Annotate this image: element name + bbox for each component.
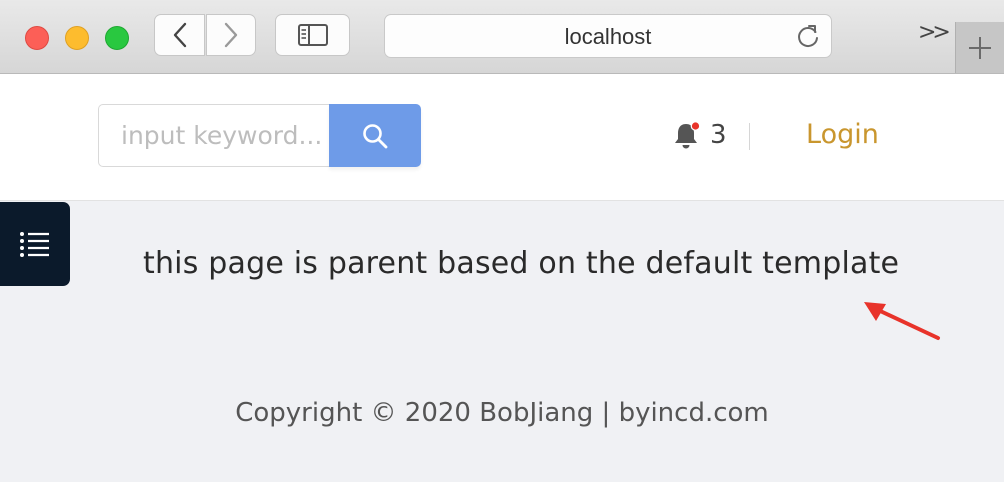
site-header: 3 Login — [0, 74, 1004, 201]
search-button[interactable] — [329, 104, 421, 167]
search-input[interactable] — [98, 104, 329, 167]
url-text: localhost — [564, 24, 652, 49]
annotation-arrow-icon — [864, 302, 940, 340]
close-window-button[interactable] — [25, 26, 49, 50]
browser-toolbar: localhost >> — [0, 0, 1004, 74]
address-bar[interactable]: localhost — [384, 14, 832, 58]
zoom-window-button[interactable] — [105, 26, 129, 50]
header-divider — [749, 123, 750, 150]
chevron-left-icon — [173, 22, 186, 48]
menu-toggle-button[interactable] — [0, 202, 70, 286]
footer-copyright: Copyright © 2020 BobJiang | byincd.com — [235, 398, 769, 428]
more-toolbar-items-button[interactable]: >> — [918, 20, 951, 45]
login-link[interactable]: Login — [806, 119, 879, 150]
notification-count: 3 — [710, 120, 727, 150]
bell-icon[interactable] — [673, 121, 701, 151]
search-icon — [363, 123, 388, 148]
chevron-right-icon — [224, 22, 238, 48]
minimize-window-button[interactable] — [65, 26, 89, 50]
back-button[interactable] — [154, 14, 205, 56]
page-message: this page is parent based on the default… — [143, 246, 900, 281]
sidebar-icon — [297, 24, 328, 46]
list-icon — [20, 232, 49, 257]
reload-icon[interactable] — [795, 23, 821, 49]
notification-dot — [690, 121, 701, 131]
sidebar-toggle-button[interactable] — [275, 14, 350, 56]
forward-button[interactable] — [206, 14, 256, 56]
new-tab-button[interactable] — [955, 22, 1004, 73]
plus-icon — [969, 36, 991, 59]
